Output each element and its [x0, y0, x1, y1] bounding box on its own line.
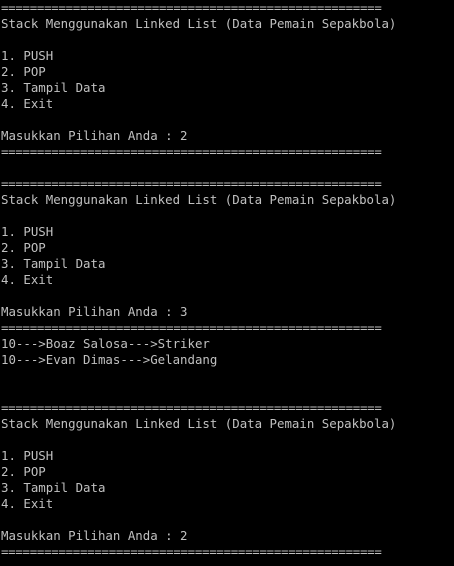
menu-option-show-data: 3. Tampil Data	[1, 256, 106, 271]
separator-line: ========================================…	[1, 544, 382, 559]
console-output: ========================================…	[0, 0, 454, 566]
separator-line: ========================================…	[1, 0, 382, 15]
menu-option-push: 1. PUSH	[1, 48, 54, 63]
stack-data-row: 10--->Boaz Salosa--->Striker	[1, 336, 210, 351]
menu-option-pop: 2. POP	[1, 464, 46, 479]
menu-title: Stack Menggunakan Linked List (Data Pema…	[1, 16, 397, 31]
menu-option-pop: 2. POP	[1, 64, 46, 79]
choice-prompt: Masukkan Pilihan Anda : 2	[1, 128, 188, 143]
menu-option-push: 1. PUSH	[1, 448, 54, 463]
separator-line: ========================================…	[1, 320, 382, 335]
separator-line: ========================================…	[1, 144, 382, 159]
menu-option-show-data: 3. Tampil Data	[1, 480, 106, 495]
choice-prompt: Masukkan Pilihan Anda : 3	[1, 304, 188, 319]
menu-option-pop: 2. POP	[1, 240, 46, 255]
menu-title: Stack Menggunakan Linked List (Data Pema…	[1, 192, 397, 207]
menu-option-exit: 4. Exit	[1, 496, 54, 511]
menu-option-exit: 4. Exit	[1, 96, 54, 111]
separator-line: ========================================…	[1, 176, 382, 191]
menu-option-push: 1. PUSH	[1, 224, 54, 239]
menu-option-show-data: 3. Tampil Data	[1, 80, 106, 95]
menu-title: Stack Menggunakan Linked List (Data Pema…	[1, 416, 397, 431]
choice-prompt: Masukkan Pilihan Anda : 2	[1, 528, 188, 543]
stack-data-row: 10--->Evan Dimas--->Gelandang	[1, 352, 218, 367]
menu-option-exit: 4. Exit	[1, 272, 54, 287]
separator-line: ========================================…	[1, 400, 382, 415]
